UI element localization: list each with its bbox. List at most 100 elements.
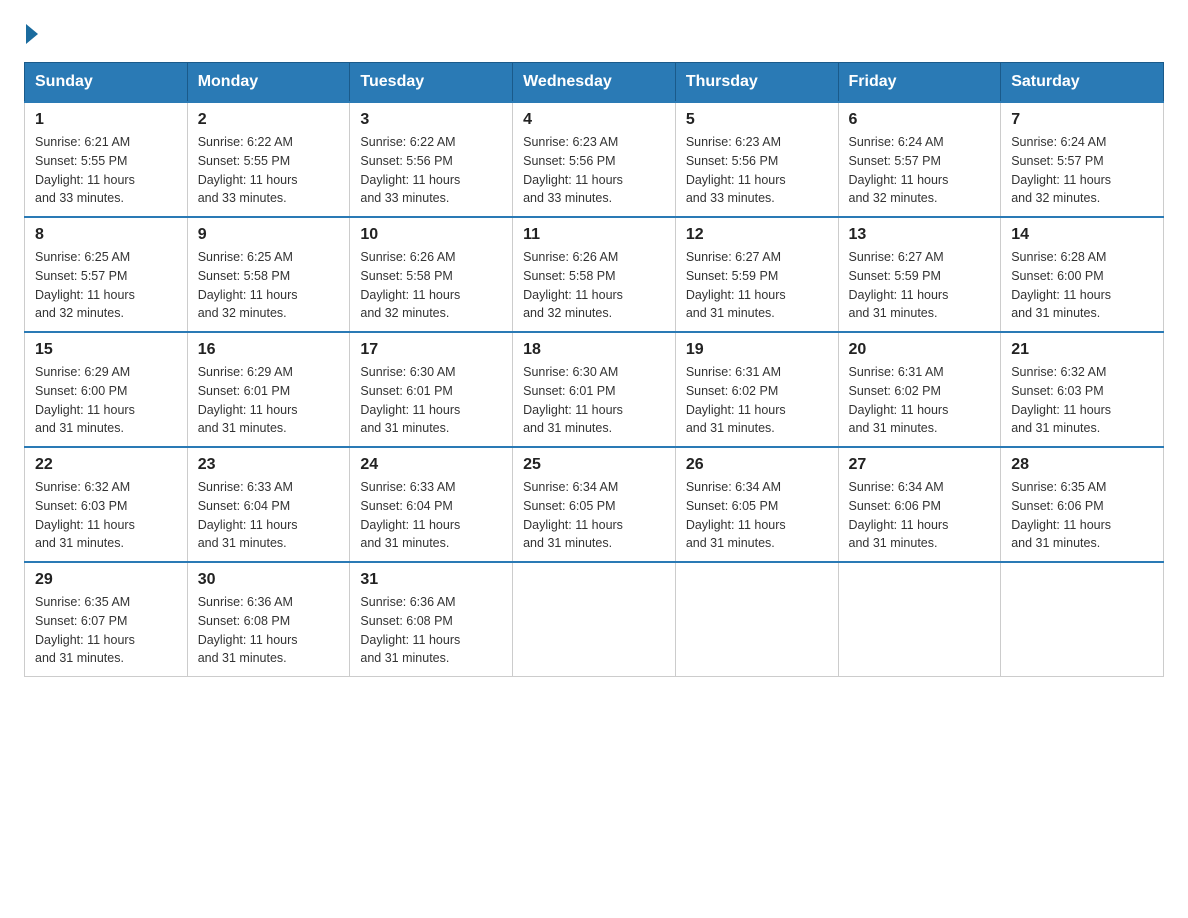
day-info: Sunrise: 6:34 AM Sunset: 6:05 PM Dayligh…	[523, 478, 665, 553]
logo	[24, 24, 40, 44]
calendar-cell	[1001, 562, 1164, 677]
calendar-cell: 13 Sunrise: 6:27 AM Sunset: 5:59 PM Dayl…	[838, 217, 1001, 332]
calendar-cell: 3 Sunrise: 6:22 AM Sunset: 5:56 PM Dayli…	[350, 102, 513, 217]
day-number: 5	[686, 111, 828, 129]
day-number: 29	[35, 571, 177, 589]
calendar-cell: 25 Sunrise: 6:34 AM Sunset: 6:05 PM Dayl…	[513, 447, 676, 562]
day-number: 21	[1011, 341, 1153, 359]
day-info: Sunrise: 6:23 AM Sunset: 5:56 PM Dayligh…	[686, 133, 828, 208]
calendar-cell: 22 Sunrise: 6:32 AM Sunset: 6:03 PM Dayl…	[25, 447, 188, 562]
calendar-cell: 12 Sunrise: 6:27 AM Sunset: 5:59 PM Dayl…	[675, 217, 838, 332]
day-number: 25	[523, 456, 665, 474]
day-number: 14	[1011, 226, 1153, 244]
day-info: Sunrise: 6:36 AM Sunset: 6:08 PM Dayligh…	[198, 593, 340, 668]
calendar-cell: 7 Sunrise: 6:24 AM Sunset: 5:57 PM Dayli…	[1001, 102, 1164, 217]
day-info: Sunrise: 6:25 AM Sunset: 5:58 PM Dayligh…	[198, 248, 340, 323]
header-thursday: Thursday	[675, 63, 838, 103]
day-info: Sunrise: 6:27 AM Sunset: 5:59 PM Dayligh…	[849, 248, 991, 323]
day-number: 4	[523, 111, 665, 129]
day-info: Sunrise: 6:30 AM Sunset: 6:01 PM Dayligh…	[523, 363, 665, 438]
header-tuesday: Tuesday	[350, 63, 513, 103]
day-number: 15	[35, 341, 177, 359]
day-info: Sunrise: 6:35 AM Sunset: 6:06 PM Dayligh…	[1011, 478, 1153, 553]
day-info: Sunrise: 6:21 AM Sunset: 5:55 PM Dayligh…	[35, 133, 177, 208]
calendar-cell	[838, 562, 1001, 677]
day-number: 9	[198, 226, 340, 244]
calendar-body: 1 Sunrise: 6:21 AM Sunset: 5:55 PM Dayli…	[25, 102, 1164, 677]
calendar-cell: 4 Sunrise: 6:23 AM Sunset: 5:56 PM Dayli…	[513, 102, 676, 217]
header-monday: Monday	[187, 63, 350, 103]
calendar-cell: 5 Sunrise: 6:23 AM Sunset: 5:56 PM Dayli…	[675, 102, 838, 217]
day-info: Sunrise: 6:28 AM Sunset: 6:00 PM Dayligh…	[1011, 248, 1153, 323]
calendar-cell: 1 Sunrise: 6:21 AM Sunset: 5:55 PM Dayli…	[25, 102, 188, 217]
day-info: Sunrise: 6:33 AM Sunset: 6:04 PM Dayligh…	[198, 478, 340, 553]
day-info: Sunrise: 6:36 AM Sunset: 6:08 PM Dayligh…	[360, 593, 502, 668]
calendar-cell: 21 Sunrise: 6:32 AM Sunset: 6:03 PM Dayl…	[1001, 332, 1164, 447]
week-row-2: 8 Sunrise: 6:25 AM Sunset: 5:57 PM Dayli…	[25, 217, 1164, 332]
day-number: 3	[360, 111, 502, 129]
calendar-cell: 19 Sunrise: 6:31 AM Sunset: 6:02 PM Dayl…	[675, 332, 838, 447]
calendar-cell: 17 Sunrise: 6:30 AM Sunset: 6:01 PM Dayl…	[350, 332, 513, 447]
calendar-cell: 18 Sunrise: 6:30 AM Sunset: 6:01 PM Dayl…	[513, 332, 676, 447]
day-number: 26	[686, 456, 828, 474]
day-info: Sunrise: 6:25 AM Sunset: 5:57 PM Dayligh…	[35, 248, 177, 323]
day-info: Sunrise: 6:22 AM Sunset: 5:56 PM Dayligh…	[360, 133, 502, 208]
calendar-cell: 11 Sunrise: 6:26 AM Sunset: 5:58 PM Dayl…	[513, 217, 676, 332]
week-row-4: 22 Sunrise: 6:32 AM Sunset: 6:03 PM Dayl…	[25, 447, 1164, 562]
header-row: SundayMondayTuesdayWednesdayThursdayFrid…	[25, 63, 1164, 103]
day-number: 12	[686, 226, 828, 244]
calendar-cell: 28 Sunrise: 6:35 AM Sunset: 6:06 PM Dayl…	[1001, 447, 1164, 562]
day-info: Sunrise: 6:26 AM Sunset: 5:58 PM Dayligh…	[523, 248, 665, 323]
day-info: Sunrise: 6:32 AM Sunset: 6:03 PM Dayligh…	[1011, 363, 1153, 438]
day-info: Sunrise: 6:31 AM Sunset: 6:02 PM Dayligh…	[849, 363, 991, 438]
day-number: 31	[360, 571, 502, 589]
day-number: 11	[523, 226, 665, 244]
day-info: Sunrise: 6:31 AM Sunset: 6:02 PM Dayligh…	[686, 363, 828, 438]
calendar-cell: 31 Sunrise: 6:36 AM Sunset: 6:08 PM Dayl…	[350, 562, 513, 677]
day-info: Sunrise: 6:23 AM Sunset: 5:56 PM Dayligh…	[523, 133, 665, 208]
day-number: 18	[523, 341, 665, 359]
week-row-5: 29 Sunrise: 6:35 AM Sunset: 6:07 PM Dayl…	[25, 562, 1164, 677]
calendar-cell: 27 Sunrise: 6:34 AM Sunset: 6:06 PM Dayl…	[838, 447, 1001, 562]
calendar-header: SundayMondayTuesdayWednesdayThursdayFrid…	[25, 63, 1164, 103]
week-row-1: 1 Sunrise: 6:21 AM Sunset: 5:55 PM Dayli…	[25, 102, 1164, 217]
calendar-cell: 6 Sunrise: 6:24 AM Sunset: 5:57 PM Dayli…	[838, 102, 1001, 217]
day-number: 17	[360, 341, 502, 359]
day-number: 27	[849, 456, 991, 474]
day-number: 1	[35, 111, 177, 129]
logo-arrow-icon	[26, 24, 38, 44]
calendar-cell: 8 Sunrise: 6:25 AM Sunset: 5:57 PM Dayli…	[25, 217, 188, 332]
calendar-cell: 20 Sunrise: 6:31 AM Sunset: 6:02 PM Dayl…	[838, 332, 1001, 447]
day-info: Sunrise: 6:30 AM Sunset: 6:01 PM Dayligh…	[360, 363, 502, 438]
calendar-table: SundayMondayTuesdayWednesdayThursdayFrid…	[24, 62, 1164, 677]
calendar-cell	[675, 562, 838, 677]
day-number: 10	[360, 226, 502, 244]
day-info: Sunrise: 6:26 AM Sunset: 5:58 PM Dayligh…	[360, 248, 502, 323]
header-friday: Friday	[838, 63, 1001, 103]
calendar-cell: 26 Sunrise: 6:34 AM Sunset: 6:05 PM Dayl…	[675, 447, 838, 562]
calendar-cell: 23 Sunrise: 6:33 AM Sunset: 6:04 PM Dayl…	[187, 447, 350, 562]
calendar-cell	[513, 562, 676, 677]
day-number: 30	[198, 571, 340, 589]
day-info: Sunrise: 6:34 AM Sunset: 6:05 PM Dayligh…	[686, 478, 828, 553]
day-number: 19	[686, 341, 828, 359]
day-number: 20	[849, 341, 991, 359]
calendar-cell: 24 Sunrise: 6:33 AM Sunset: 6:04 PM Dayl…	[350, 447, 513, 562]
day-info: Sunrise: 6:34 AM Sunset: 6:06 PM Dayligh…	[849, 478, 991, 553]
calendar-cell: 16 Sunrise: 6:29 AM Sunset: 6:01 PM Dayl…	[187, 332, 350, 447]
day-number: 24	[360, 456, 502, 474]
day-number: 22	[35, 456, 177, 474]
day-number: 8	[35, 226, 177, 244]
header-saturday: Saturday	[1001, 63, 1164, 103]
day-info: Sunrise: 6:27 AM Sunset: 5:59 PM Dayligh…	[686, 248, 828, 323]
calendar-cell: 29 Sunrise: 6:35 AM Sunset: 6:07 PM Dayl…	[25, 562, 188, 677]
page-header	[24, 24, 1164, 44]
day-number: 23	[198, 456, 340, 474]
day-info: Sunrise: 6:33 AM Sunset: 6:04 PM Dayligh…	[360, 478, 502, 553]
week-row-3: 15 Sunrise: 6:29 AM Sunset: 6:00 PM Dayl…	[25, 332, 1164, 447]
calendar-cell: 14 Sunrise: 6:28 AM Sunset: 6:00 PM Dayl…	[1001, 217, 1164, 332]
day-number: 13	[849, 226, 991, 244]
calendar-cell: 15 Sunrise: 6:29 AM Sunset: 6:00 PM Dayl…	[25, 332, 188, 447]
day-info: Sunrise: 6:35 AM Sunset: 6:07 PM Dayligh…	[35, 593, 177, 668]
calendar-cell: 2 Sunrise: 6:22 AM Sunset: 5:55 PM Dayli…	[187, 102, 350, 217]
